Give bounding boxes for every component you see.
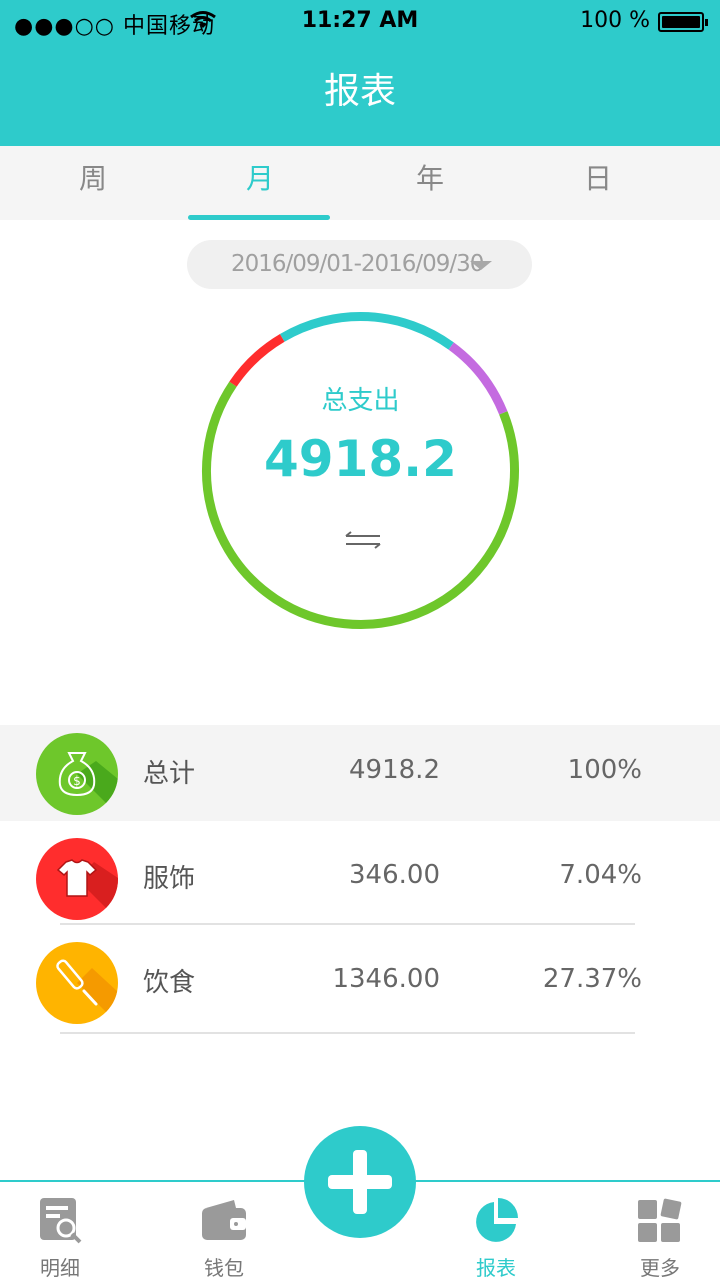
pie-chart-icon bbox=[476, 1198, 518, 1242]
category-name: 总计 bbox=[143, 759, 196, 789]
category-amount: 1346.00 bbox=[332, 964, 440, 994]
donut-total-value: 4918.2 bbox=[264, 430, 457, 488]
grid-more-icon bbox=[638, 1198, 682, 1242]
page-title: 报表 bbox=[323, 71, 396, 112]
battery-icon bbox=[658, 12, 708, 32]
tabbar-item-wallet[interactable]: 钱包 bbox=[164, 1182, 284, 1280]
battery-percent: 100 % bbox=[580, 8, 650, 33]
tab-month[interactable]: 月 bbox=[170, 146, 350, 220]
switch-arrows-icon[interactable] bbox=[343, 531, 383, 549]
active-tab-indicator bbox=[188, 215, 330, 220]
wallet-icon bbox=[202, 1200, 246, 1240]
utensil-icon bbox=[36, 942, 118, 1024]
category-row-total[interactable]: $ 总计 4918.2 100% bbox=[0, 725, 720, 821]
category-amount: 4918.2 bbox=[349, 755, 440, 785]
row-divider bbox=[60, 923, 635, 925]
category-name: 饮食 bbox=[143, 968, 196, 998]
category-amount: 346.00 bbox=[349, 860, 440, 890]
add-record-button[interactable] bbox=[304, 1126, 416, 1238]
money-bag-icon: $ bbox=[36, 733, 118, 815]
category-percent: 100% bbox=[567, 755, 642, 785]
tab-year[interactable]: 年 bbox=[340, 146, 520, 220]
category-percent: 7.04% bbox=[559, 860, 642, 890]
shirt-icon bbox=[36, 838, 118, 920]
donut-segment-1 bbox=[229, 333, 285, 387]
category-row-clothing[interactable]: 服饰 346.00 7.04% bbox=[0, 830, 720, 926]
header-bar: ●●●○○ 中国移动 11:27 AM 100 % 报表 bbox=[0, 0, 720, 146]
date-range-selector[interactable]: 2016/09/01-2016/09/30 bbox=[187, 240, 532, 289]
svg-text:$: $ bbox=[73, 774, 81, 788]
date-range-text: 2016/09/01-2016/09/30 bbox=[231, 251, 484, 277]
donut-segment-2 bbox=[279, 312, 454, 350]
row-divider bbox=[60, 1032, 635, 1034]
tabbar-item-report[interactable]: 报表 bbox=[436, 1182, 556, 1280]
donut-label: 总支出 bbox=[321, 386, 400, 416]
tabbar-item-more[interactable]: 更多 bbox=[600, 1182, 720, 1280]
tabbar-item-detail[interactable]: 明细 bbox=[0, 1182, 120, 1280]
tabbar-label: 更多 bbox=[640, 1256, 680, 1280]
category-percent: 27.37% bbox=[542, 964, 642, 994]
dropdown-caret-icon bbox=[470, 261, 492, 270]
period-tabs: 周 月 年 日 bbox=[0, 146, 720, 220]
donut-segment-0 bbox=[202, 381, 519, 629]
category-name: 服饰 bbox=[143, 864, 196, 894]
tabbar-label: 钱包 bbox=[204, 1256, 244, 1280]
tab-day[interactable]: 日 bbox=[508, 146, 688, 220]
tab-week[interactable]: 周 bbox=[3, 146, 183, 220]
category-row-food[interactable]: 饮食 1346.00 27.37% bbox=[0, 934, 720, 1030]
detail-search-icon bbox=[40, 1198, 82, 1244]
status-bar: ●●●○○ 中国移动 11:27 AM 100 % bbox=[0, 0, 720, 42]
tabbar-label: 报表 bbox=[476, 1256, 516, 1280]
tabbar-label: 明细 bbox=[40, 1256, 80, 1280]
